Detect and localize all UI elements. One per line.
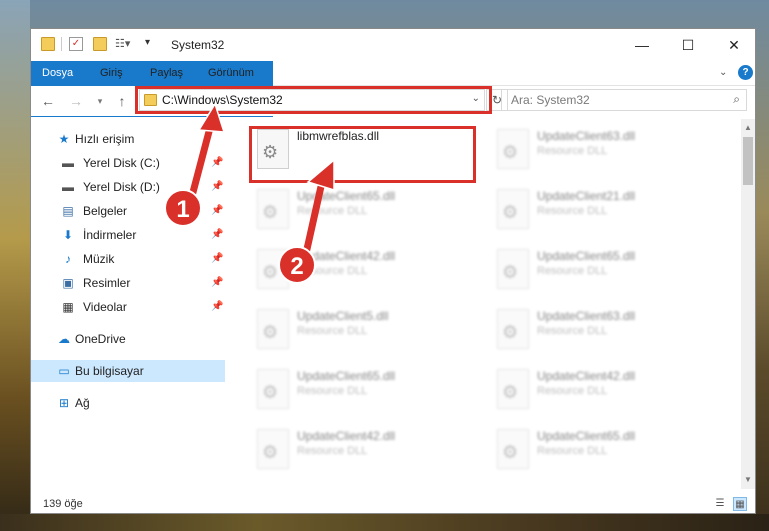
step-1-callout: 1 bbox=[164, 189, 202, 227]
annotation-arrows bbox=[188, 102, 335, 262]
arrow-1-head bbox=[197, 102, 226, 133]
arrow-2-shaft bbox=[301, 178, 326, 262]
arrow-1-shaft bbox=[188, 120, 215, 200]
step-2-callout: 2 bbox=[278, 246, 316, 284]
arrow-2-head bbox=[306, 158, 335, 192]
